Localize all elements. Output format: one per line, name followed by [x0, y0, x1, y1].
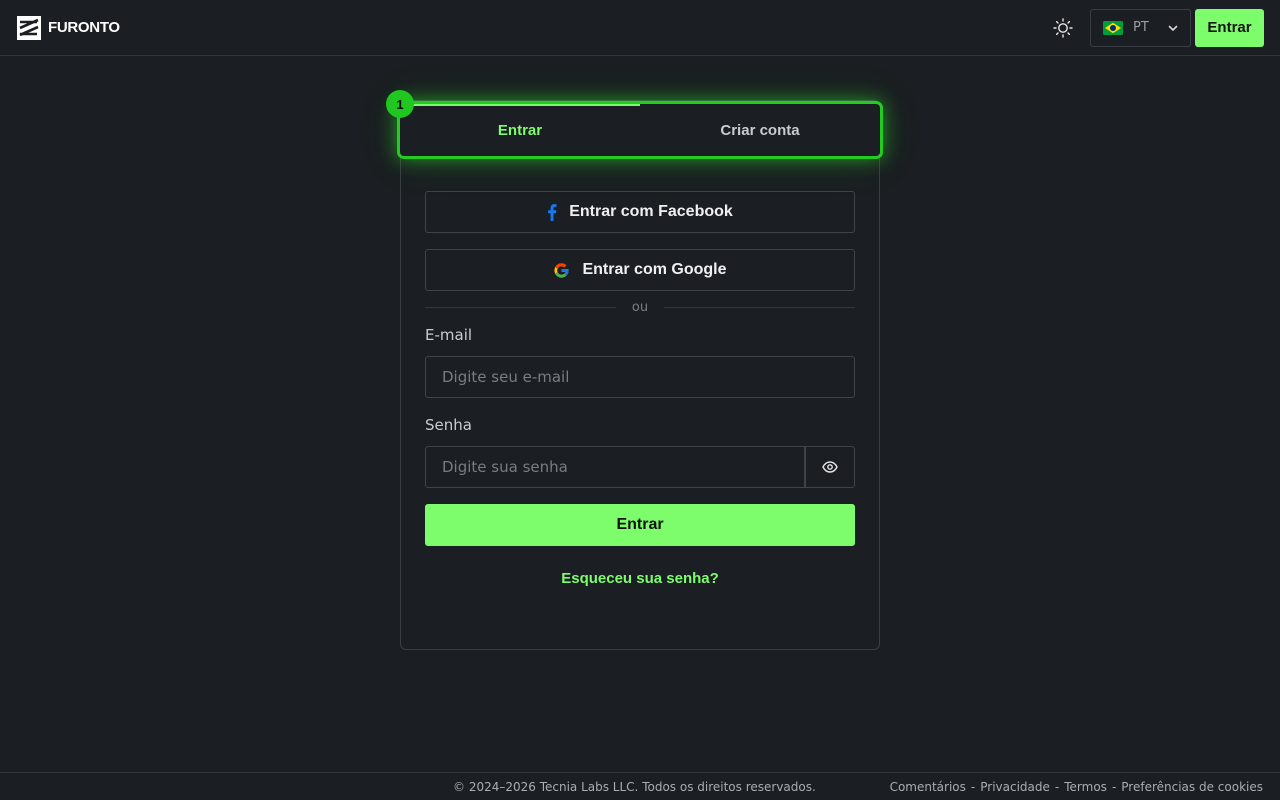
- header-login-button[interactable]: Entrar: [1195, 8, 1264, 47]
- footer-link-cookie-preferences[interactable]: Preferências de cookies: [1121, 780, 1263, 794]
- email-input[interactable]: [425, 356, 855, 398]
- google-icon: [554, 262, 570, 278]
- brand-name: FURONTO: [48, 19, 120, 36]
- footer-link-privacy[interactable]: Privacidade: [980, 780, 1050, 794]
- password-input[interactable]: [425, 446, 806, 488]
- top-header: FURONTO PT Entrar: [0, 0, 1280, 56]
- theme-toggle-button[interactable]: [1049, 14, 1077, 42]
- chevron-down-icon: [1168, 25, 1178, 31]
- footer-link-terms[interactable]: Termos: [1064, 780, 1107, 794]
- footer-separator: -: [970, 780, 976, 794]
- page-footer: © 2024–2026 Tecnia Labs LLC. Todos os di…: [0, 772, 1280, 800]
- facebook-icon: [548, 203, 557, 221]
- login-submit-button[interactable]: Entrar: [425, 504, 855, 546]
- copyright-text: © 2024–2026 Tecnia Labs LLC. Todos os di…: [453, 780, 816, 794]
- divider-line-right: [664, 306, 855, 308]
- eye-icon: [821, 461, 838, 473]
- step-badge: 1: [386, 90, 414, 118]
- brazil-flag-icon: [1103, 20, 1123, 35]
- tab-login[interactable]: Entrar: [400, 104, 640, 156]
- password-label: Senha: [425, 416, 472, 434]
- tab-signup[interactable]: Criar conta: [640, 104, 880, 156]
- divider-line-left: [425, 306, 616, 308]
- auth-tabs: Entrar Criar conta: [397, 101, 883, 159]
- footer-links: Comentários - Privacidade - Termos - Pre…: [890, 780, 1263, 794]
- footer-separator: -: [1054, 780, 1060, 794]
- language-code: PT: [1133, 20, 1149, 35]
- divider-text: ou: [631, 299, 649, 315]
- show-password-button[interactable]: [804, 446, 855, 488]
- google-login-label: Entrar com Google: [582, 261, 727, 278]
- forgot-password-link[interactable]: Esqueceu sua senha?: [425, 570, 855, 587]
- or-divider: ou: [425, 297, 855, 317]
- language-select[interactable]: PT: [1090, 8, 1191, 47]
- header-actions: PT Entrar: [1049, 8, 1264, 47]
- footer-separator: -: [1111, 780, 1117, 794]
- facebook-login-button[interactable]: Entrar com Facebook: [425, 191, 855, 233]
- footer-link-comments[interactable]: Comentários: [890, 780, 966, 794]
- brand[interactable]: FURONTO: [17, 15, 120, 40]
- facebook-login-label: Entrar com Facebook: [569, 203, 733, 220]
- email-label: E-mail: [425, 326, 473, 344]
- furonto-logo-icon: [17, 15, 41, 40]
- google-login-button[interactable]: Entrar com Google: [425, 249, 855, 291]
- sun-icon: [1053, 17, 1073, 38]
